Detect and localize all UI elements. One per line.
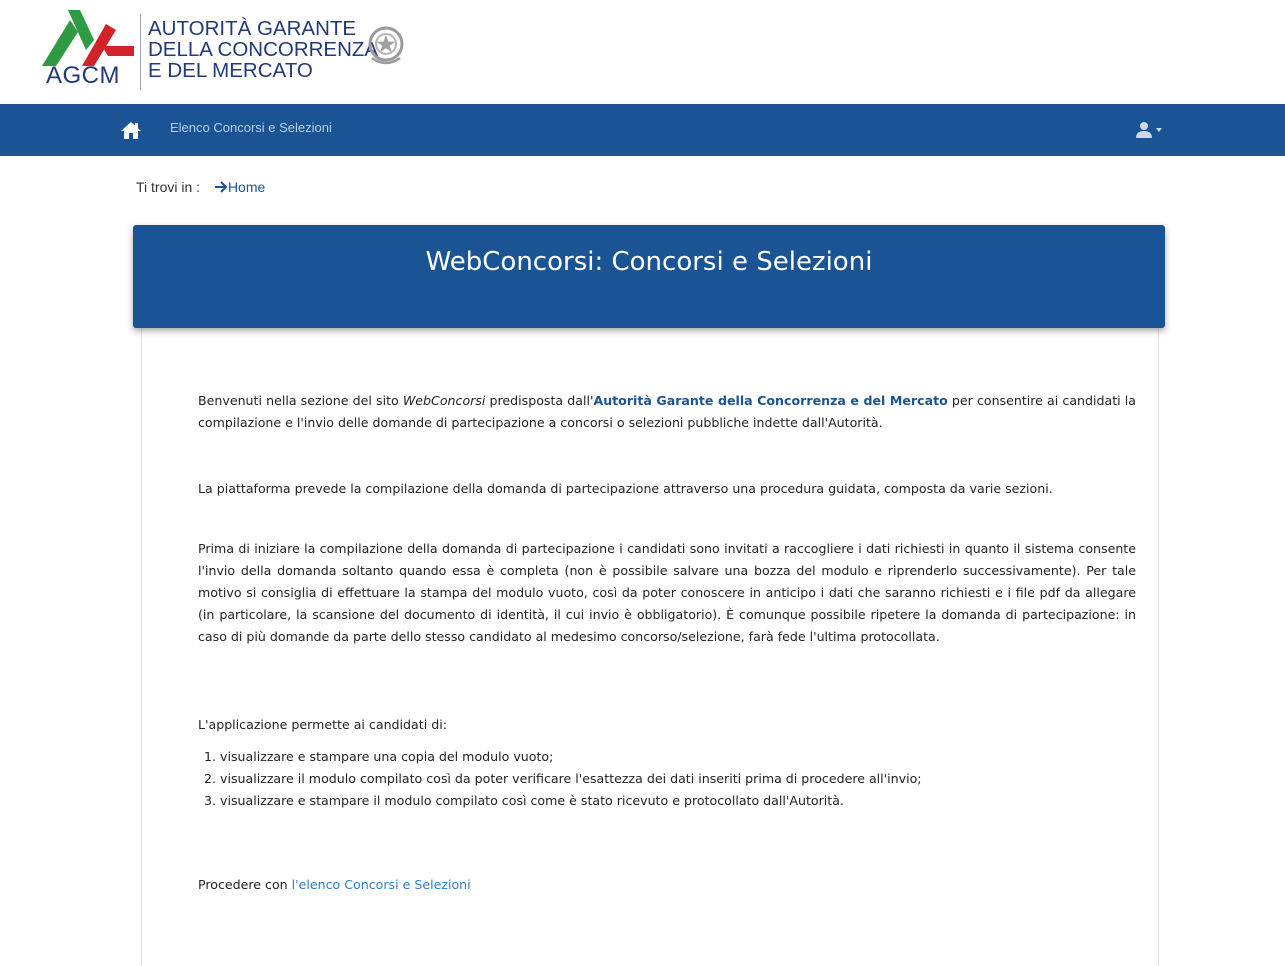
breadcrumb: Ti trovi in : Home xyxy=(136,179,265,195)
features-list: visualizzare e stampare una copia del mo… xyxy=(198,746,922,812)
agcm-logo-mark xyxy=(42,10,134,66)
p1-authority-name: Autorità Garante della Concorrenza e del… xyxy=(593,393,948,408)
intro-paragraph-5: Procedere con l'elenco Concorsi e Selezi… xyxy=(198,874,471,896)
site-header: AGCM AUTORITÀ GARANTE DELLA CONCORRENZA … xyxy=(0,0,1285,104)
logo-name: AUTORITÀ GARANTE DELLA CONCORRENZA E DEL… xyxy=(148,18,378,81)
intro-paragraph-2: La piattaforma prevede la compilazione d… xyxy=(198,481,1053,496)
list-item: visualizzare e stampare il modulo compil… xyxy=(220,790,922,812)
breadcrumb-prefix: Ti trovi in : xyxy=(136,179,201,195)
p1-middle: predisposta dall' xyxy=(485,393,594,408)
elenco-concorsi-link[interactable]: l'elenco Concorsi e Selezioni xyxy=(292,877,471,892)
page-title: WebConcorsi: Concorsi e Selezioni xyxy=(425,247,873,277)
list-item: visualizzare il modulo compilato così da… xyxy=(220,768,922,790)
panel-heading: WebConcorsi: Concorsi e Selezioni xyxy=(133,225,1165,328)
breadcrumb-home-label: Home xyxy=(227,179,266,195)
p1-before: Benvenuti nella sezione del sito xyxy=(198,393,403,408)
logo-name-line1: AUTORITÀ GARANTE xyxy=(148,17,357,40)
intro-paragraph-3: Prima di iniziare la compilazione della … xyxy=(198,541,1136,644)
user-menu-icon[interactable] xyxy=(1135,121,1165,139)
top-navbar: Elenco Concorsi e Selezioni xyxy=(0,104,1285,156)
logo-acronym: AGCM xyxy=(46,62,120,89)
list-item: visualizzare e stampare una copia del mo… xyxy=(220,746,922,768)
p1-italic: WebConcorsi xyxy=(402,393,486,408)
intro-paragraph-4: L'applicazione permette ai candidati di: xyxy=(198,717,447,732)
p5-before: Procedere con xyxy=(198,877,292,892)
logo-name-line2: DELLA CONCORRENZA xyxy=(148,38,379,61)
breadcrumb-home-link[interactable]: Home xyxy=(214,179,265,195)
arrow-right-icon xyxy=(214,181,228,193)
nav-link-concorsi[interactable]: Elenco Concorsi e Selezioni xyxy=(170,120,332,135)
home-icon[interactable] xyxy=(121,120,141,140)
logo-name-line3: E DEL MERCATO xyxy=(148,59,313,82)
italian-republic-emblem-icon xyxy=(368,26,404,65)
intro-paragraph-1: Benvenuti nella sezione del sito WebConc… xyxy=(198,390,1136,434)
logo-divider xyxy=(140,14,141,90)
